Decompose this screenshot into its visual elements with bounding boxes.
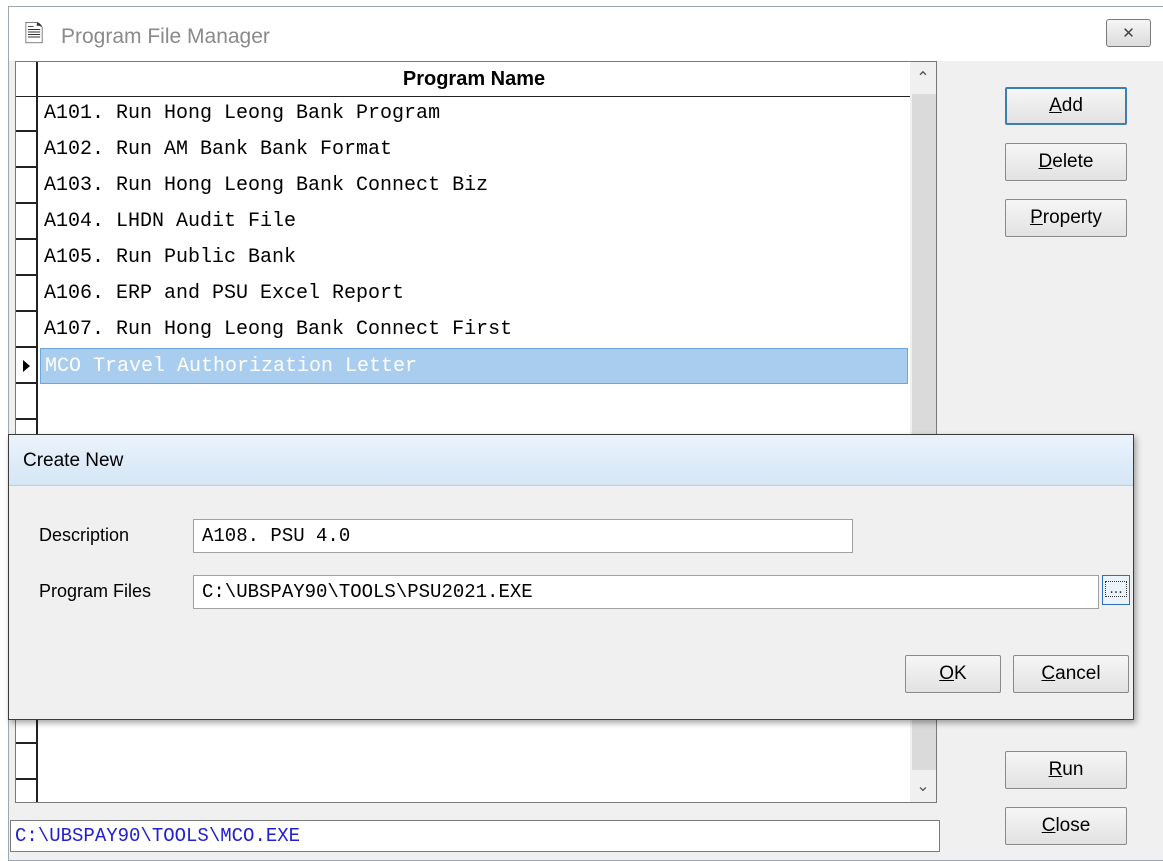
- empty-row-indicator: [16, 744, 38, 780]
- row-indicator[interactable]: [16, 348, 38, 384]
- description-input[interactable]: A108. PSU 4.0: [193, 519, 853, 553]
- program-name-cell[interactable]: A102. Run AM Bank Bank Format: [40, 132, 908, 168]
- table-row[interactable]: A104. LHDN Audit File: [16, 204, 910, 240]
- table-row[interactable]: A107. Run Hong Leong Bank Connect First: [16, 312, 910, 348]
- program-name-cell[interactable]: A101. Run Hong Leong Bank Program: [40, 96, 908, 132]
- dialog-title-bar: Create New: [9, 435, 1133, 486]
- table-row[interactable]: MCO Travel Authorization Letter: [16, 348, 910, 384]
- close-window-button[interactable]: ✕: [1106, 19, 1151, 47]
- window-title: Program File Manager: [61, 25, 270, 48]
- column-header-program-name[interactable]: Program Name: [38, 68, 910, 91]
- close-button[interactable]: Close: [1005, 807, 1127, 845]
- ok-button[interactable]: OK: [905, 655, 1001, 693]
- scroll-up-icon[interactable]: ⌃: [910, 64, 936, 92]
- description-label: Description: [39, 525, 130, 545]
- table-row[interactable]: A105. Run Public Bank: [16, 240, 910, 276]
- row-indicator[interactable]: [16, 168, 38, 204]
- row-indicator[interactable]: [16, 204, 38, 240]
- header-indicator-cell: [16, 62, 38, 96]
- row-indicator[interactable]: [16, 276, 38, 312]
- program-name-cell[interactable]: A107. Run Hong Leong Bank Connect First: [40, 312, 908, 348]
- create-new-dialog: Create New Description A108. PSU 4.0 Pro…: [8, 434, 1134, 720]
- table-row[interactable]: A103. Run Hong Leong Bank Connect Biz: [16, 168, 910, 204]
- grid-header: Program Name: [16, 62, 910, 97]
- cancel-button[interactable]: Cancel: [1013, 655, 1129, 693]
- program-name-cell[interactable]: A105. Run Public Bank: [40, 240, 908, 276]
- row-indicator[interactable]: [16, 312, 38, 348]
- scroll-down-icon[interactable]: ⌄: [910, 772, 936, 800]
- program-name-cell[interactable]: A104. LHDN Audit File: [40, 204, 908, 240]
- program-name-cell[interactable]: MCO Travel Authorization Letter: [40, 348, 908, 384]
- browse-icon: ...: [1105, 581, 1127, 597]
- selected-program-path[interactable]: C:\UBSPAY90\TOOLS\MCO.EXE: [10, 820, 940, 852]
- program-files-input[interactable]: C:\UBSPAY90\TOOLS\PSU2021.EXE: [193, 575, 1099, 609]
- close-icon: ✕: [1122, 24, 1135, 42]
- row-indicator[interactable]: [16, 240, 38, 276]
- program-name-cell[interactable]: A106. ERP and PSU Excel Report: [40, 276, 908, 312]
- screen: 🗎 Program File Manager ✕ Program Name A1…: [0, 0, 1163, 861]
- browse-button[interactable]: ...: [1102, 575, 1130, 605]
- table-row[interactable]: A106. ERP and PSU Excel Report: [16, 276, 910, 312]
- add-button[interactable]: Add: [1005, 87, 1127, 125]
- program-files-label: Program Files: [39, 581, 152, 601]
- run-button[interactable]: Run: [1005, 751, 1127, 789]
- row-indicator[interactable]: [16, 96, 38, 132]
- row-indicator[interactable]: [16, 132, 38, 168]
- title-bar: 🗎 Program File Manager ✕: [9, 7, 1163, 61]
- empty-row-indicator: [16, 384, 38, 420]
- delete-button[interactable]: Delete: [1005, 143, 1127, 181]
- table-row[interactable]: A101. Run Hong Leong Bank Program: [16, 96, 910, 132]
- property-button[interactable]: Property: [1005, 199, 1127, 237]
- table-row[interactable]: A102. Run AM Bank Bank Format: [16, 132, 910, 168]
- app-icon: 🗎: [24, 20, 44, 48]
- program-name-cell[interactable]: A103. Run Hong Leong Bank Connect Biz: [40, 168, 908, 204]
- dialog-title: Create New: [23, 450, 124, 471]
